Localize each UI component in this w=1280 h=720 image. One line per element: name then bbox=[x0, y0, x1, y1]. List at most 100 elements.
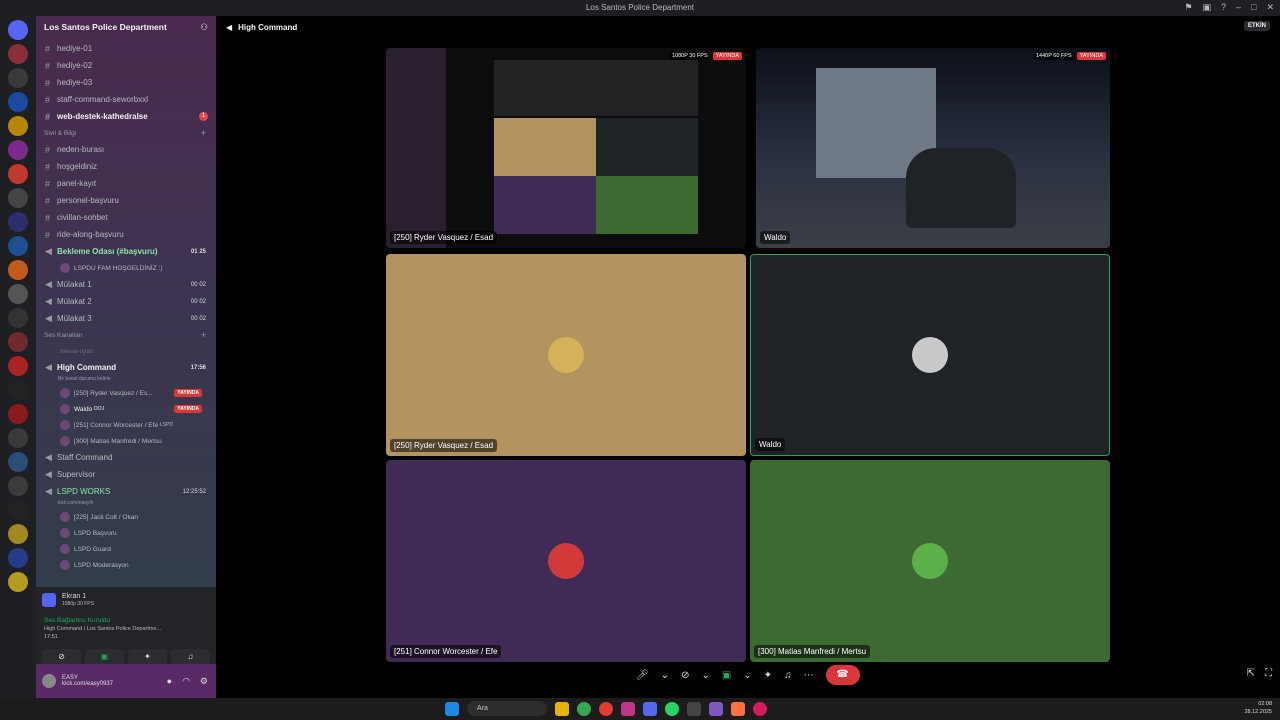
voice-member[interactable]: [300] Matias Manfredi / Mertsu bbox=[36, 433, 216, 449]
channel-item[interactable]: # hediye-01 bbox=[36, 40, 216, 57]
server-icon[interactable] bbox=[8, 572, 28, 592]
server-icon[interactable] bbox=[8, 548, 28, 568]
voice-member[interactable]: LSPD Başvuru bbox=[36, 525, 216, 541]
voice-channel[interactable]: ◀ Staff Command bbox=[36, 449, 216, 466]
channel-item[interactable]: # hediye-02 bbox=[36, 57, 216, 74]
channel-item[interactable]: # neden-burası bbox=[36, 141, 216, 158]
fullscreen-icon[interactable]: ⛶ bbox=[1265, 668, 1272, 679]
add-channel-icon[interactable]: + bbox=[201, 128, 206, 138]
voice-connection[interactable]: Ses Bağlantısı Kuruldu High Command / Lo… bbox=[36, 613, 216, 647]
pin-icon[interactable]: ⚑ bbox=[1184, 2, 1192, 13]
voice-member[interactable]: LSPDU FAM HOŞGELDİNİZ :) bbox=[36, 260, 216, 276]
voice-channel[interactable]: ◀ Mülakat 1 00 02 bbox=[36, 276, 216, 293]
media-icon[interactable] bbox=[709, 701, 723, 716]
server-icon[interactable] bbox=[8, 164, 28, 184]
voice-member[interactable]: [250] Ryder Vasquez / Es... YAYINDA bbox=[36, 385, 216, 401]
chevron-down-icon[interactable]: ⌄ bbox=[661, 670, 669, 681]
headphones-icon[interactable]: ◠ bbox=[182, 676, 190, 687]
microphone-icon[interactable]: 🎤︎ bbox=[636, 670, 649, 681]
taskbar-search[interactable]: Ara bbox=[467, 701, 547, 716]
category-header[interactable]: Ses Kanalları + bbox=[36, 327, 216, 343]
muted-channel[interactable]: mesai-uyarı bbox=[36, 343, 216, 359]
active-badge[interactable]: ETKİN bbox=[1244, 21, 1270, 31]
add-channel-icon[interactable]: + bbox=[201, 330, 206, 340]
server-icon[interactable] bbox=[8, 284, 28, 304]
server-icon[interactable] bbox=[8, 524, 28, 544]
server-header[interactable]: Los Santos Police Department ⚇ bbox=[36, 16, 216, 40]
channel-item[interactable]: # personel-başvuru bbox=[36, 192, 216, 209]
server-icon[interactable] bbox=[8, 116, 28, 136]
voice-channel[interactable]: ◀ Mülakat 3 00 02 bbox=[36, 310, 216, 327]
stream-tile[interactable]: 1440P 60 FPS YAYINDA Waldo bbox=[756, 48, 1110, 248]
camera-off-icon[interactable]: ⊘ bbox=[681, 670, 689, 681]
participant-tile[interactable]: [250] Ryder Vasquez / Esad bbox=[386, 254, 746, 456]
server-icon[interactable] bbox=[8, 476, 28, 496]
channel-status[interactable]: kick.com/easyth bbox=[36, 500, 216, 509]
server-icon[interactable] bbox=[8, 140, 28, 160]
participant-tile[interactable]: [251] Connor Worcester / Efe bbox=[386, 460, 746, 662]
server-icon[interactable] bbox=[8, 236, 28, 256]
channel-status[interactable]: Bir kanal durumu belirle bbox=[36, 376, 216, 385]
more-icon[interactable]: ⋯ bbox=[804, 670, 814, 681]
inbox-icon[interactable]: ▣ bbox=[1202, 2, 1211, 13]
participant-tile[interactable]: [300] Matias Manfredi / Mertsu bbox=[750, 460, 1110, 662]
microphone-icon[interactable]: ● bbox=[167, 676, 172, 687]
avatar[interactable] bbox=[42, 674, 56, 688]
disconnect-button[interactable]: ☎ bbox=[825, 665, 860, 685]
app-icon[interactable] bbox=[753, 701, 767, 716]
channel-item[interactable]: # staff-command-seworbxxl bbox=[36, 91, 216, 108]
whatsapp-icon[interactable] bbox=[665, 701, 679, 716]
discord-home-icon[interactable] bbox=[8, 20, 28, 40]
screen-share-row[interactable]: Ekran 1 1080p 30 FPS bbox=[36, 587, 216, 613]
participant-tile[interactable]: Waldo bbox=[750, 254, 1110, 456]
server-icon[interactable] bbox=[8, 356, 28, 376]
server-icon[interactable] bbox=[8, 380, 28, 400]
server-icon[interactable] bbox=[8, 260, 28, 280]
stream-tile[interactable]: 1080P 30 FPS YAYINDA [250] Ryder Vasquez … bbox=[386, 48, 746, 248]
app-icon[interactable] bbox=[687, 701, 701, 716]
help-icon[interactable]: ? bbox=[1221, 2, 1226, 13]
chevron-down-icon[interactable]: ⌄ bbox=[701, 670, 709, 681]
soundboard-icon[interactable]: ♫ bbox=[784, 670, 792, 681]
voice-channel-high-command[interactable]: ◀ High Command 17:56 bbox=[36, 359, 216, 376]
voice-channel[interactable]: ◀ Supervisor bbox=[36, 466, 216, 483]
screen-share-icon[interactable]: ▣ bbox=[85, 649, 124, 665]
camera-off-icon[interactable]: ⊘ bbox=[42, 649, 81, 665]
server-icon[interactable] bbox=[8, 188, 28, 208]
activity-icon[interactable]: ✦ bbox=[764, 670, 772, 681]
server-icon[interactable] bbox=[8, 404, 28, 424]
channel-item[interactable]: # panel-kayıt bbox=[36, 175, 216, 192]
server-icon[interactable] bbox=[8, 92, 28, 112]
chrome-icon[interactable] bbox=[577, 701, 591, 716]
screen-share-icon[interactable]: ▣ bbox=[722, 670, 731, 681]
server-icon[interactable] bbox=[8, 44, 28, 64]
settings-icon[interactable]: ⚙ bbox=[200, 676, 208, 687]
minimize-icon[interactable]: – bbox=[1236, 2, 1241, 13]
maximize-icon[interactable]: □ bbox=[1251, 2, 1256, 13]
clock[interactable]: 02:08 28.12.2025 bbox=[1244, 700, 1272, 716]
app-icon[interactable] bbox=[599, 701, 613, 716]
channel-item[interactable]: # civillan-sohbet bbox=[36, 209, 216, 226]
start-icon[interactable] bbox=[445, 701, 459, 716]
add-member-icon[interactable]: ⚇ bbox=[200, 22, 208, 34]
discord-icon[interactable] bbox=[643, 701, 657, 716]
voice-member[interactable]: Waldo DOJ YAYINDA bbox=[36, 401, 216, 417]
soundboard-icon[interactable]: ♫ bbox=[171, 649, 210, 665]
server-icon[interactable] bbox=[8, 428, 28, 448]
channel-item[interactable]: # hediye-03 bbox=[36, 74, 216, 91]
server-icon[interactable] bbox=[8, 68, 28, 88]
server-icon[interactable] bbox=[8, 500, 28, 520]
voice-member[interactable]: [225] Jack Colt / Okan bbox=[36, 509, 216, 525]
instagram-icon[interactable] bbox=[621, 701, 635, 716]
channel-item[interactable]: # web-destek-kathedralse 1 bbox=[36, 108, 216, 125]
channel-item[interactable]: # hoşgeldiniz bbox=[36, 158, 216, 175]
popout-icon[interactable]: ⇱ bbox=[1247, 668, 1255, 679]
channel-item[interactable]: # ride-along-başvuru bbox=[36, 226, 216, 243]
app-icon[interactable] bbox=[731, 701, 745, 716]
server-icon[interactable] bbox=[8, 212, 28, 232]
file-explorer-icon[interactable] bbox=[555, 701, 569, 716]
chevron-down-icon[interactable]: ⌄ bbox=[743, 670, 751, 681]
voice-member[interactable]: [251] Connor Worcester / Efe LSPD bbox=[36, 417, 216, 433]
server-icon[interactable] bbox=[8, 452, 28, 472]
voice-channel[interactable]: ◀ Mülakat 2 00 02 bbox=[36, 293, 216, 310]
